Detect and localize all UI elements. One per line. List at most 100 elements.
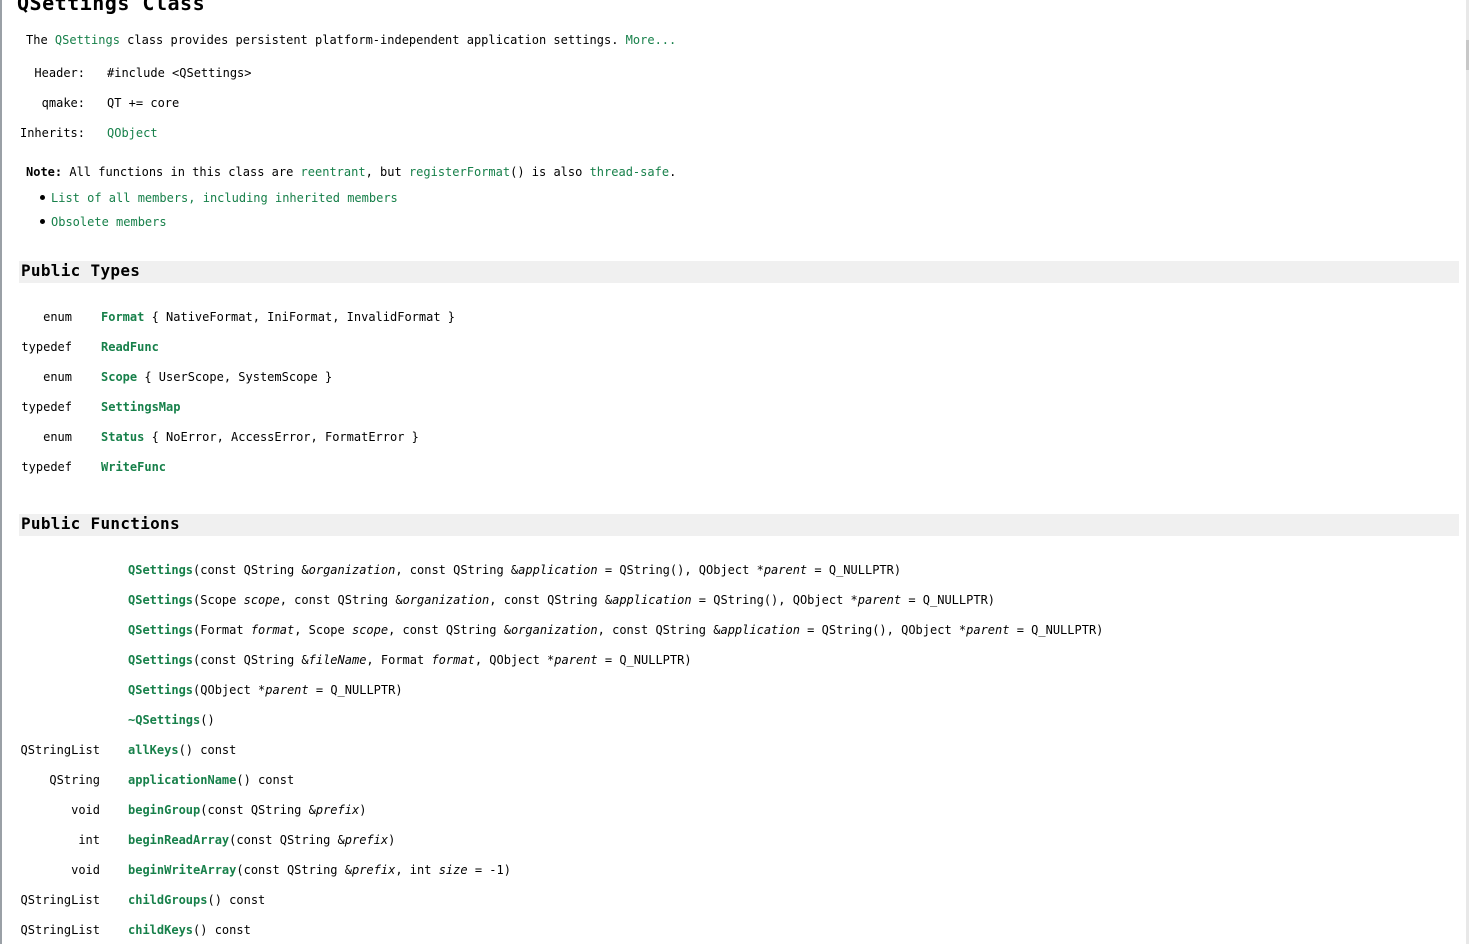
type-signature: Scope { UserScope, SystemScope } xyxy=(101,370,332,384)
signature-text: , Format xyxy=(366,653,432,667)
return-type: QStringList xyxy=(20,923,100,937)
signature-text: (const QString & xyxy=(193,653,309,667)
return-type: QStringList xyxy=(20,743,100,757)
signature-text: ) xyxy=(359,803,367,817)
bullet-icon xyxy=(40,219,45,224)
signature-text: , const QString & xyxy=(279,593,403,607)
signature-text: () const xyxy=(178,743,237,757)
signature-text: = -1) xyxy=(467,863,511,877)
param-name: prefix xyxy=(344,833,389,847)
param-name: format xyxy=(431,653,475,667)
reentrant-link[interactable]: reentrant xyxy=(301,165,366,179)
type-name-link[interactable]: Status xyxy=(101,430,144,444)
bullet-item: Obsolete members xyxy=(40,215,167,229)
signature-text: (const QString & xyxy=(193,563,309,577)
type-name-link[interactable]: WriteFunc xyxy=(101,460,166,474)
function-signature: ~QSettings() xyxy=(128,713,215,727)
function-name-link[interactable]: QSettings xyxy=(128,653,193,667)
signature-text: = Q_NULLPTR) xyxy=(901,593,996,607)
note-text: , but xyxy=(365,165,409,179)
type-kind: enum xyxy=(43,370,72,384)
function-name-link[interactable]: QSettings xyxy=(128,563,193,577)
param-name: size xyxy=(438,863,468,877)
brief-text: The xyxy=(26,33,55,47)
registerformat-link[interactable]: registerFormat xyxy=(409,165,510,179)
type-kind: typedef xyxy=(21,340,72,354)
signature-text: , const QString & xyxy=(395,563,519,577)
type-signature: ReadFunc xyxy=(101,340,159,354)
signature-text: = Q_NULLPTR) xyxy=(308,683,403,697)
type-kind: enum xyxy=(43,430,72,444)
signature-text: (const QString & xyxy=(236,863,352,877)
signature-text: , const QString & xyxy=(597,623,721,637)
public-functions-header: Public Functions xyxy=(19,514,1459,536)
all-members-link[interactable]: List of all members, including inherited… xyxy=(51,191,398,205)
type-signature: Format { NativeFormat, IniFormat, Invali… xyxy=(101,310,455,324)
info-value: #include <QSettings> xyxy=(107,66,252,80)
function-signature: childKeys() const xyxy=(128,923,251,937)
function-name-link[interactable]: applicationName xyxy=(128,773,236,787)
return-type: void xyxy=(71,803,100,817)
type-name-link[interactable]: Format xyxy=(101,310,144,324)
signature-text: () xyxy=(200,713,215,727)
function-signature: allKeys() const xyxy=(128,743,236,757)
function-name-link[interactable]: allKeys xyxy=(128,743,179,757)
param-name: parent xyxy=(966,623,1010,637)
function-name-link[interactable]: QSettings xyxy=(128,593,193,607)
param-name: scope xyxy=(351,623,389,637)
thread-safe-link[interactable]: thread-safe xyxy=(590,165,669,179)
info-key: qmake: xyxy=(41,96,85,110)
signature-text: , QObject * xyxy=(474,653,555,667)
signature-text: , const QString & xyxy=(388,623,511,637)
type-kind: typedef xyxy=(21,400,72,414)
signature-text: ) xyxy=(388,833,396,847)
signature-text: (const QString & xyxy=(200,803,316,817)
return-type: QStringList xyxy=(20,893,100,907)
info-value-link[interactable]: QObject xyxy=(107,126,158,140)
type-signature: SettingsMap xyxy=(101,400,180,414)
function-name-link[interactable]: beginReadArray xyxy=(128,833,229,847)
brief-description: The QSettings class provides persistent … xyxy=(26,33,676,47)
function-signature: QSettings(Scope scope, const QString &or… xyxy=(128,593,995,607)
type-values: { NativeFormat, IniFormat, InvalidFormat… xyxy=(144,310,456,324)
obsolete-members-link[interactable]: Obsolete members xyxy=(51,215,167,229)
function-name-link[interactable]: beginGroup xyxy=(128,803,200,817)
signature-text: () const xyxy=(193,923,251,937)
info-key: Header: xyxy=(34,66,85,80)
type-name-link[interactable]: SettingsMap xyxy=(101,400,180,414)
qsettings-link[interactable]: QSettings xyxy=(55,33,120,47)
param-name: parent xyxy=(554,653,598,667)
type-name-link[interactable]: ReadFunc xyxy=(101,340,159,354)
function-signature: applicationName() const xyxy=(128,773,294,787)
type-signature: WriteFunc xyxy=(101,460,166,474)
return-type: int xyxy=(78,833,100,847)
signature-text: , const QString & xyxy=(489,593,613,607)
signature-text: , Scope xyxy=(294,623,352,637)
note-text: All functions in this class are xyxy=(62,165,301,179)
param-name: organization xyxy=(510,623,598,637)
note-text: . xyxy=(669,165,677,179)
param-name: application xyxy=(518,563,598,577)
function-name-link[interactable]: childGroups xyxy=(128,893,207,907)
note-text: () is also xyxy=(510,165,590,179)
function-name-link[interactable]: QSettings xyxy=(128,623,193,637)
function-signature: beginReadArray(const QString &prefix) xyxy=(128,833,395,847)
note: Note: All functions in this class are re… xyxy=(26,165,676,179)
section-title: Public Functions xyxy=(21,514,180,533)
type-name-link[interactable]: Scope xyxy=(101,370,137,384)
return-type: QString xyxy=(49,773,100,787)
function-signature: QSettings(QObject *parent = Q_NULLPTR) xyxy=(128,683,403,697)
function-name-link[interactable]: childKeys xyxy=(128,923,193,937)
param-name: organization xyxy=(308,563,396,577)
function-name-link[interactable]: ~QSettings xyxy=(128,713,200,727)
signature-text: = Q_NULLPTR) xyxy=(597,653,692,667)
signature-text: (QObject * xyxy=(193,683,266,697)
function-name-link[interactable]: QSettings xyxy=(128,683,193,697)
param-name: parent xyxy=(763,563,808,577)
page-title: QSettings Class xyxy=(17,0,206,15)
signature-text: = Q_NULLPTR) xyxy=(1009,623,1104,637)
info-value: QT += core xyxy=(107,96,180,110)
function-name-link[interactable]: beginWriteArray xyxy=(128,863,236,877)
param-name: organization xyxy=(402,593,490,607)
more-link[interactable]: More... xyxy=(626,33,677,47)
